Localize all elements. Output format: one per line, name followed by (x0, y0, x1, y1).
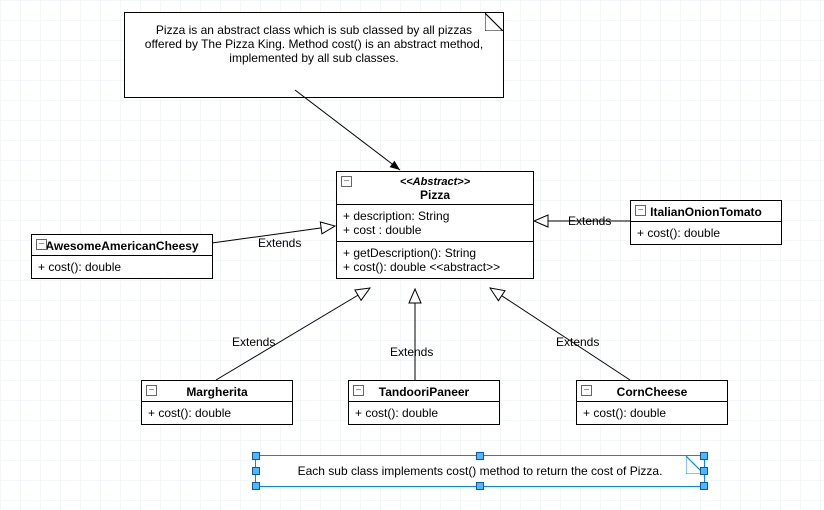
class-operations: + cost(): double (349, 402, 499, 424)
resize-handle-icon[interactable] (700, 482, 708, 490)
class-operations: + getDescription(): String + cost(): dou… (337, 242, 533, 278)
edge-label-extends: Extends (568, 214, 611, 228)
collapse-icon[interactable]: − (36, 239, 47, 250)
note-text: Pizza is an abstract class which is sub … (145, 23, 483, 65)
edge-label-extends: Extends (390, 345, 433, 359)
resize-handle-icon[interactable] (252, 467, 260, 475)
collapse-icon[interactable]: − (146, 385, 157, 396)
edge-label-extends: Extends (258, 236, 301, 250)
class-awesome-american-cheesy[interactable]: − AwesomeAmericanCheesy + cost(): double (31, 234, 213, 279)
class-name: CornCheese (583, 385, 721, 399)
collapse-icon[interactable]: − (341, 176, 352, 187)
resize-handle-icon[interactable] (700, 467, 708, 475)
class-margherita[interactable]: − Margherita + cost(): double (141, 380, 293, 425)
class-name: TandooriPaneer (355, 385, 493, 399)
note-fold-icon (485, 13, 503, 31)
class-operations: + cost(): double (577, 402, 727, 424)
collapse-icon[interactable]: − (635, 205, 646, 216)
class-tandoori-paneer[interactable]: − TandooriPaneer + cost(): double (348, 380, 500, 425)
resize-handle-icon[interactable] (252, 482, 260, 490)
resize-handle-icon[interactable] (700, 452, 708, 460)
class-attributes: + description: String + cost : double (337, 205, 533, 242)
class-operations: + cost(): double (32, 256, 212, 278)
class-italian-onion-tomato[interactable]: − ItalianOnionTomato + cost(): double (630, 200, 782, 245)
resize-handle-icon[interactable] (252, 452, 260, 460)
edge-label-extends: Extends (556, 335, 599, 349)
diagram-canvas[interactable]: Pizza is an abstract class which is sub … (0, 0, 824, 510)
class-name: Pizza (343, 188, 527, 202)
class-name: Margherita (148, 385, 286, 399)
class-name: ItalianOnionTomato (637, 205, 775, 219)
note-pizza-abstract[interactable]: Pizza is an abstract class which is sub … (124, 12, 504, 98)
resize-handle-icon[interactable] (476, 482, 484, 490)
collapse-icon[interactable]: − (581, 385, 592, 396)
class-operations: + cost(): double (142, 402, 292, 424)
note-subclass-cost[interactable]: Each sub class implements cost() method … (255, 455, 705, 487)
class-operations: + cost(): double (631, 222, 781, 244)
collapse-icon[interactable]: − (353, 385, 364, 396)
class-name: AwesomeAmericanCheesy (38, 239, 206, 253)
class-stereotype: <<Abstract>> (343, 176, 527, 188)
class-pizza[interactable]: − <<Abstract>> Pizza + description: Stri… (336, 171, 534, 279)
edge-label-extends: Extends (232, 335, 275, 349)
resize-handle-icon[interactable] (476, 452, 484, 460)
note-text: Each sub class implements cost() method … (298, 464, 663, 478)
class-corn-cheese[interactable]: − CornCheese + cost(): double (576, 380, 728, 425)
